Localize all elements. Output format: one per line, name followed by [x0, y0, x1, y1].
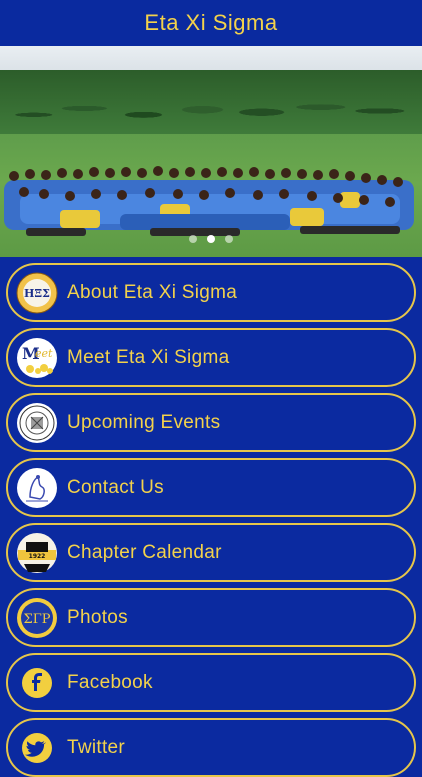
menu-item-meet[interactable]: M eet Meet Eta Xi Sigma	[6, 328, 416, 387]
hero-trees	[0, 70, 422, 134]
menu-item-twitter[interactable]: Twitter	[6, 718, 416, 777]
carousel-indicator[interactable]	[0, 235, 422, 243]
app-header: Eta Xi Sigma	[0, 0, 422, 46]
calendar-badge-icon: 1922	[16, 532, 58, 574]
menu-label: About Eta Xi Sigma	[67, 281, 238, 303]
carousel-dot[interactable]	[225, 235, 233, 243]
menu-label: Twitter	[67, 736, 126, 758]
meet-logo-icon: M eet	[16, 337, 58, 379]
menu-item-events[interactable]: Upcoming Events	[6, 393, 416, 452]
menu-label: Upcoming Events	[67, 411, 221, 433]
menu-label: Chapter Calendar	[67, 541, 222, 563]
carousel-dot[interactable]	[189, 235, 197, 243]
menu-item-photos[interactable]: ΣΓΡ Photos	[6, 588, 416, 647]
poodle-icon	[16, 467, 58, 509]
group-photo	[0, 164, 422, 244]
svg-text:eet: eet	[35, 347, 53, 360]
menu-item-contact[interactable]: Contact Us	[6, 458, 416, 517]
seal-icon	[16, 402, 58, 444]
facebook-icon	[16, 662, 58, 704]
page-title: Eta Xi Sigma	[144, 10, 278, 35]
menu-item-calendar[interactable]: 1922 Chapter Calendar	[6, 523, 416, 582]
carousel-dot-active[interactable]	[207, 235, 215, 243]
sorority-crest-icon: ΗΞΣ	[16, 272, 58, 314]
sigma-gamma-rho-icon: ΣΓΡ	[16, 597, 58, 639]
svg-text:ΗΞΣ: ΗΞΣ	[24, 287, 50, 300]
menu-item-about[interactable]: ΗΞΣ About Eta Xi Sigma	[6, 263, 416, 322]
menu-label: Meet Eta Xi Sigma	[67, 346, 230, 368]
svg-text:ΣΓΡ: ΣΓΡ	[24, 612, 51, 627]
main-menu: ΗΞΣ About Eta Xi Sigma M eet Meet Eta Xi…	[0, 257, 422, 777]
menu-item-facebook[interactable]: Facebook	[6, 653, 416, 712]
menu-label: Photos	[67, 606, 128, 628]
hero-carousel[interactable]	[0, 46, 422, 257]
twitter-icon	[16, 727, 58, 769]
group-photo-crowd	[4, 166, 414, 236]
svg-text:1922: 1922	[29, 553, 46, 560]
menu-label: Contact Us	[67, 476, 164, 498]
menu-label: Facebook	[67, 671, 153, 693]
